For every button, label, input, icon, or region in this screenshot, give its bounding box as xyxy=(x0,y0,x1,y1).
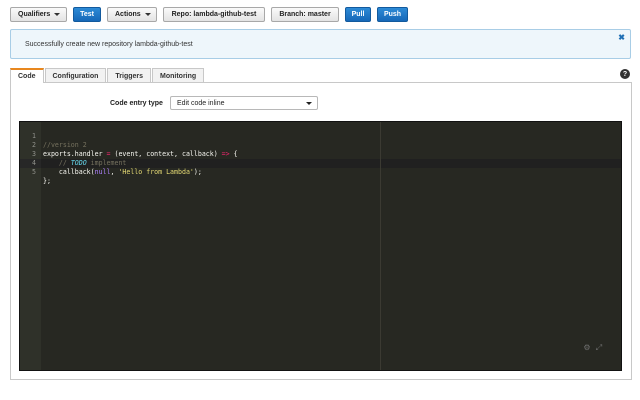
tab-monitoring[interactable]: Monitoring xyxy=(152,68,205,83)
qualifiers-dropdown[interactable]: Qualifiers xyxy=(10,6,67,22)
settings-gear-icon[interactable]: ⚙ xyxy=(583,344,591,352)
qualifiers-label: Qualifiers xyxy=(18,10,51,18)
code-text: callback( xyxy=(43,168,95,176)
push-button[interactable]: Push xyxy=(377,6,408,22)
code-string: 'Hello from Lambda' xyxy=(118,168,194,176)
code-line: 4 callback(null, 'Hello from Lambda'); xyxy=(20,150,621,176)
alert-message: Successfully create new repository lambd… xyxy=(25,41,193,48)
repo-button[interactable]: Repo: lambda-github-test xyxy=(163,6,265,22)
code-line: 1 //version 2 xyxy=(20,123,621,149)
code-text: ); xyxy=(193,168,202,176)
tab-configuration[interactable]: Configuration xyxy=(44,68,107,83)
tab-bar: Code Configuration Triggers Monitoring xyxy=(10,68,205,83)
code-entry-type-label: Code entry type xyxy=(110,100,163,107)
close-icon[interactable]: ✖ xyxy=(618,33,625,42)
pull-button[interactable]: Pull xyxy=(345,6,371,22)
pull-label: Pull xyxy=(351,10,365,18)
actions-label: Actions xyxy=(115,10,141,18)
tab-code[interactable]: Code xyxy=(10,68,44,83)
help-icon[interactable]: ? xyxy=(620,69,630,79)
actions-dropdown[interactable]: Actions xyxy=(107,6,157,22)
push-label: Push xyxy=(383,10,402,18)
code-editor[interactable]: 1 //version 2 2 exports.handler = (event… xyxy=(19,121,622,371)
code-constant: null xyxy=(94,168,111,176)
chevron-down-icon xyxy=(306,102,312,105)
chevron-down-icon xyxy=(54,12,61,16)
code-entry-type-select[interactable]: Edit code inline xyxy=(170,96,318,110)
editor-tools: ⚙ ⤢ xyxy=(583,344,603,352)
test-button[interactable]: Test xyxy=(73,6,101,22)
code-line: 3 // TODO implement xyxy=(20,141,621,167)
line-number: 5 xyxy=(32,168,36,176)
toolbar: Qualifiers Test Actions Repo: lambda-git… xyxy=(10,6,408,22)
success-alert: Successfully create new repository lambd… xyxy=(10,29,631,59)
code-line: 2 exports.handler = (event, context, cal… xyxy=(20,132,621,158)
test-label: Test xyxy=(80,10,94,18)
repo-label: Repo: lambda-github-test xyxy=(171,10,257,18)
tab-triggers[interactable]: Triggers xyxy=(107,68,152,83)
code-line: 5 }; xyxy=(20,159,621,185)
code-entry-type-value: Edit code inline xyxy=(177,99,225,107)
code-text: }; xyxy=(43,177,51,185)
fullscreen-icon[interactable]: ⤢ xyxy=(595,344,603,352)
chevron-down-icon xyxy=(144,12,151,16)
branch-button[interactable]: Branch: master xyxy=(271,6,339,22)
branch-label: Branch: master xyxy=(279,10,331,18)
